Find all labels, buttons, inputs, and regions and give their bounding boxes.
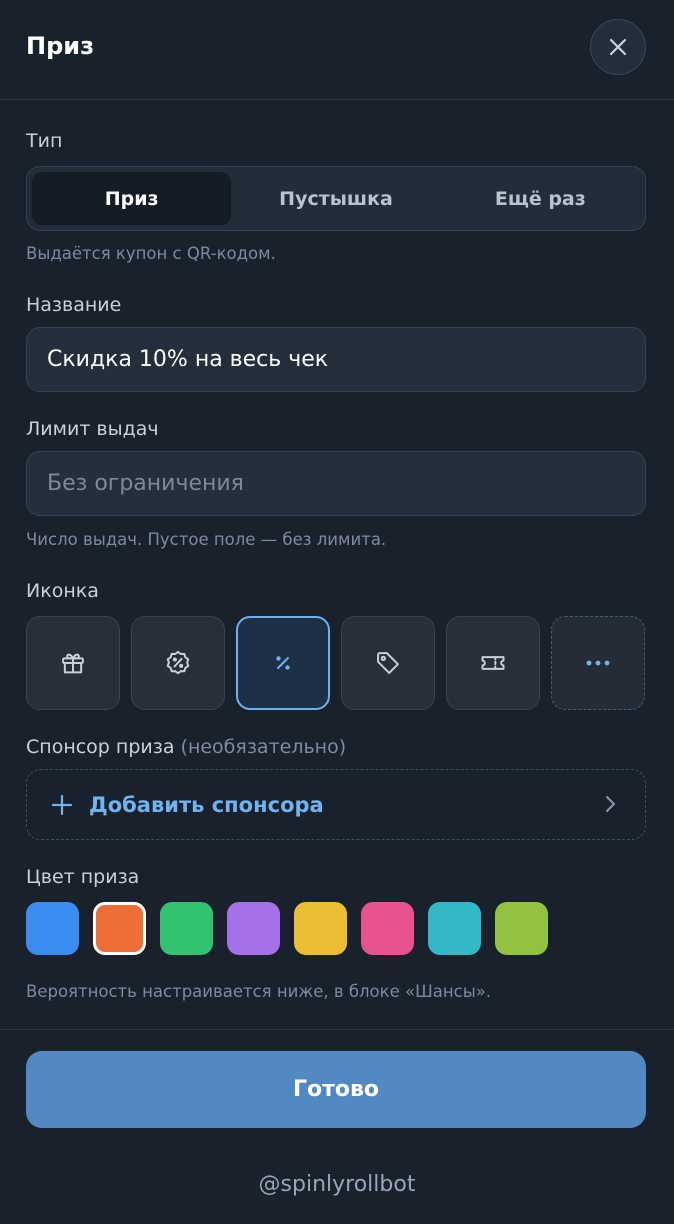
done-button[interactable]: Готово	[26, 1051, 646, 1128]
type-hint: Выдаётся купон с QR-кодом.	[26, 244, 276, 263]
sponsor-label-optional: (необязательно)	[180, 736, 347, 758]
icon-option-percent[interactable]	[236, 616, 330, 710]
add-sponsor-label: Добавить спонсора	[89, 792, 324, 817]
limit-hint: Число выдач. Пустое поле — без лимита.	[26, 530, 387, 549]
icon-option-gift[interactable]	[26, 616, 120, 710]
color-swatch[interactable]	[361, 902, 414, 955]
close-icon	[609, 38, 627, 56]
icon-option-ticket[interactable]	[446, 616, 540, 710]
discount-badge-icon	[166, 650, 190, 675]
icon-picker	[26, 616, 646, 710]
icon-label: Иконка	[26, 580, 99, 602]
color-swatch[interactable]	[160, 902, 213, 955]
color-label: Цвет приза	[26, 866, 140, 888]
type-option-prize[interactable]: Приз	[32, 172, 232, 225]
type-option-again[interactable]: Ещё раз	[441, 172, 640, 225]
footer-divider	[0, 1029, 674, 1030]
sponsor-label-text: Спонсор приза	[26, 736, 175, 758]
modal-header: Приз	[0, 0, 674, 100]
add-sponsor-button[interactable]: Добавить спонсора	[26, 769, 646, 840]
modal-title: Приз	[26, 32, 95, 60]
color-swatch[interactable]	[294, 902, 347, 955]
color-swatch[interactable]	[227, 902, 280, 955]
color-swatch[interactable]	[495, 902, 548, 955]
close-button[interactable]	[590, 19, 646, 75]
ticket-icon	[481, 656, 505, 670]
more-icon	[586, 660, 610, 666]
icon-option-discount[interactable]	[131, 616, 225, 710]
name-input[interactable]: Скидка 10% на весь чек	[26, 327, 646, 392]
bot-handle: @spinlyrollbot	[258, 1172, 416, 1197]
type-selector: Приз Пустышка Ещё раз	[26, 166, 646, 231]
color-swatch[interactable]	[428, 902, 481, 955]
plus-icon	[51, 794, 73, 815]
name-label: Название	[26, 294, 122, 316]
type-label: Тип	[26, 130, 63, 152]
gift-icon	[62, 653, 84, 674]
color-swatch[interactable]	[26, 902, 79, 955]
percent-icon	[276, 656, 290, 670]
color-swatch[interactable]	[93, 902, 146, 955]
sponsor-label: Спонсор приза (необязательно)	[26, 736, 346, 758]
limit-label: Лимит выдач	[26, 418, 159, 440]
icon-option-more[interactable]	[551, 616, 645, 710]
tag-icon	[377, 652, 399, 674]
color-hint: Вероятность настраивается ниже, в блоке …	[26, 982, 492, 1001]
icon-option-tag[interactable]	[341, 616, 435, 710]
limit-input[interactable]: Без ограничения	[26, 451, 646, 516]
color-picker	[26, 902, 548, 955]
type-option-blank[interactable]: Пустышка	[236, 172, 435, 225]
chevron-right-icon	[606, 796, 615, 812]
